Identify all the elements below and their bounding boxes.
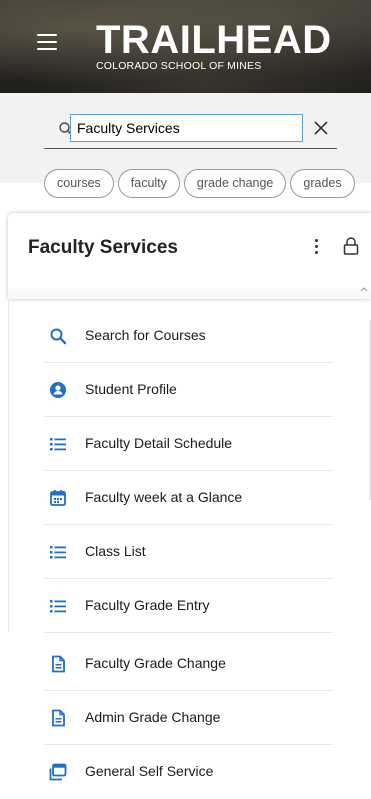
list-item-label: Faculty Detail Schedule [85,435,233,451]
search-bar [44,112,337,149]
list-item[interactable]: General Self Service [44,745,333,799]
list-icon [50,600,66,613]
hamburger-menu-icon[interactable] [37,34,57,50]
list-item[interactable]: Faculty week at a Glance [44,471,333,525]
chip-grade-change[interactable]: grade change [183,169,287,198]
list-item-label: General Self Service [85,763,214,779]
close-icon[interactable] [312,119,330,137]
list-icon [50,546,66,559]
list-item-label: Student Profile [85,381,177,397]
app-header: TRAILHEAD COLORADO SCHOOL OF MINES [0,0,371,93]
brand-logo[interactable]: TRAILHEAD COLORADO SCHOOL OF MINES [96,20,332,72]
list-item-label: Admin Grade Change [85,709,221,725]
vertical-dots-icon[interactable] [313,237,319,257]
list-icon [50,438,66,451]
list-item-label: Faculty Grade Entry [85,597,210,613]
search-icon [50,328,67,345]
window-icon [49,763,67,781]
search-input[interactable] [70,114,303,142]
list-item[interactable]: Search for Courses [44,309,333,363]
list-item[interactable]: Faculty Grade Change [44,637,333,691]
card-divider [8,289,371,299]
card-title: Faculty Services [28,237,178,258]
list-item-label: Search for Courses [85,327,206,343]
brand-title: TRAILHEAD [96,18,332,62]
list-item-label: Faculty week at a Glance [85,489,243,505]
scroll-up-arrow-icon[interactable] [358,284,370,294]
chip-courses[interactable]: courses [44,169,114,198]
chip-faculty[interactable]: faculty [117,169,180,198]
list-item-label: Class List [85,543,146,559]
list-item[interactable]: Faculty Detail Schedule [44,417,333,471]
list-item[interactable]: Admin Grade Change [44,691,333,745]
document-icon [52,709,65,727]
lock-icon[interactable] [343,236,359,256]
list-item[interactable]: Class List [44,525,333,579]
faculty-services-card: Faculty Services [8,213,371,299]
list-item-label: Faculty Grade Change [85,655,226,671]
document-icon [52,655,65,673]
calendar-icon [50,490,66,506]
list-item[interactable]: Student Profile [44,363,333,417]
list-item[interactable]: Faculty Grade Entry [44,579,333,633]
suggestion-chips: courses faculty grade change grades [44,169,371,199]
chip-grades[interactable]: grades [290,169,355,198]
user-circle-icon [50,382,66,398]
